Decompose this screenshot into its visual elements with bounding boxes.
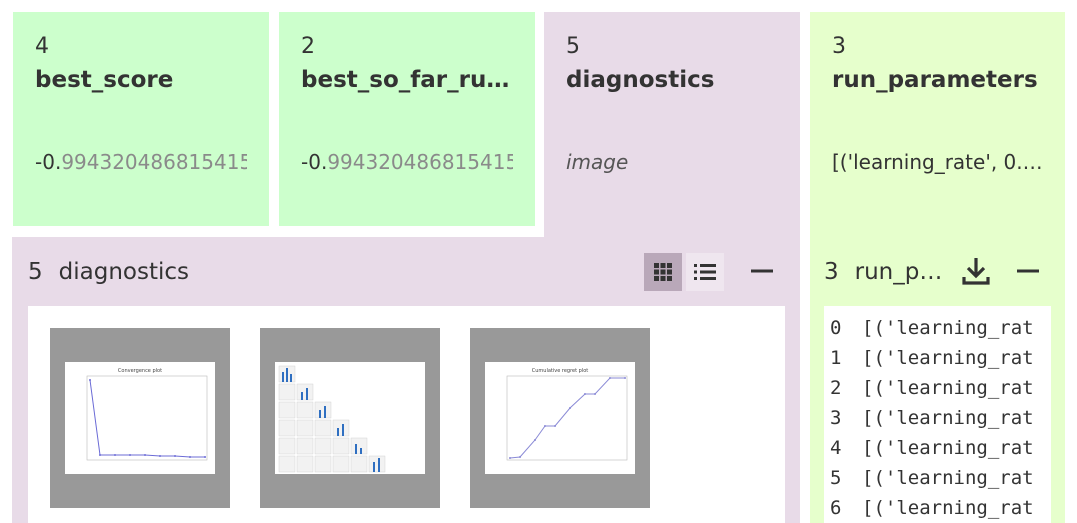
list-item[interactable]: 2 [('learning_rat xyxy=(824,373,1051,403)
list-view-icon xyxy=(694,264,716,280)
card-title: best_so_far_ru… xyxy=(301,67,510,93)
grid-view-button[interactable] xyxy=(644,253,682,291)
list-item[interactable]: 0 [('learning_rat xyxy=(824,313,1051,343)
download-icon xyxy=(962,258,990,285)
run-parameters-panel-title: 3 run_p… xyxy=(824,259,943,285)
thumbnail-cumulative-regret[interactable]: Cumulative regret plot xyxy=(470,328,650,508)
card-title: diagnostics xyxy=(566,67,715,93)
card-value: -0.994320486815415814 xyxy=(301,150,513,174)
card-value: -0.994320486815415814 xyxy=(35,150,247,174)
minimize-icon xyxy=(751,269,773,273)
svg-text:Cumulative regret plot: Cumulative regret plot xyxy=(532,368,589,374)
card-value: [('learning_rate', 0.… xyxy=(832,150,1043,174)
grid-view-icon xyxy=(654,263,672,281)
minimize-diagnostics-button[interactable] xyxy=(748,257,776,285)
list-item[interactable]: 3 [('learning_rat xyxy=(824,403,1051,433)
card-title: run_parameters xyxy=(832,67,1038,93)
card-diagnostics[interactable]: 5 diagnostics image xyxy=(544,12,800,212)
card-count: 4 xyxy=(35,34,49,59)
svg-text:Convergence plot: Convergence plot xyxy=(118,368,162,374)
minimize-icon xyxy=(1017,269,1039,273)
card-title: best_score xyxy=(35,67,174,93)
thumbnail-convergence[interactable]: Convergence plot xyxy=(50,328,230,508)
run-parameters-list: 0 [('learning_rat 1 [('learning_rat 2 [('le… xyxy=(824,306,1051,523)
download-button[interactable] xyxy=(958,254,994,288)
diagnostics-panel-title: 5 diagnostics xyxy=(28,259,189,285)
thumbnail-objective-grid[interactable] xyxy=(260,328,440,508)
list-item[interactable]: 1 [('learning_rat xyxy=(824,343,1051,373)
card-best-score[interactable]: 4 best_score -0.994320486815415814 xyxy=(13,12,269,226)
convergence-plot-image: Convergence plot xyxy=(65,362,215,474)
list-item[interactable]: 5 [('learning_rat xyxy=(824,463,1051,493)
card-count: 3 xyxy=(832,34,846,59)
list-item[interactable]: 6 [('learning_rat xyxy=(824,493,1051,523)
card-count: 2 xyxy=(301,34,315,59)
cumulative-regret-plot-image: Cumulative regret plot xyxy=(485,362,635,474)
card-count: 5 xyxy=(566,34,580,59)
card-value: image xyxy=(566,150,629,174)
objective-grid-plot-image xyxy=(275,362,425,474)
card-run-parameters[interactable]: 3 run_parameters [('learning_rate', 0.… xyxy=(810,12,1065,212)
card-best-so-far[interactable]: 2 best_so_far_ru… -0.994320486815415814 xyxy=(279,12,535,226)
minimize-run-parameters-button[interactable] xyxy=(1014,257,1042,285)
list-item[interactable]: 4 [('learning_rat xyxy=(824,433,1051,463)
diagnostics-gallery: Convergence plot Cumulative regret plot xyxy=(28,306,785,523)
list-view-button[interactable] xyxy=(686,253,724,291)
